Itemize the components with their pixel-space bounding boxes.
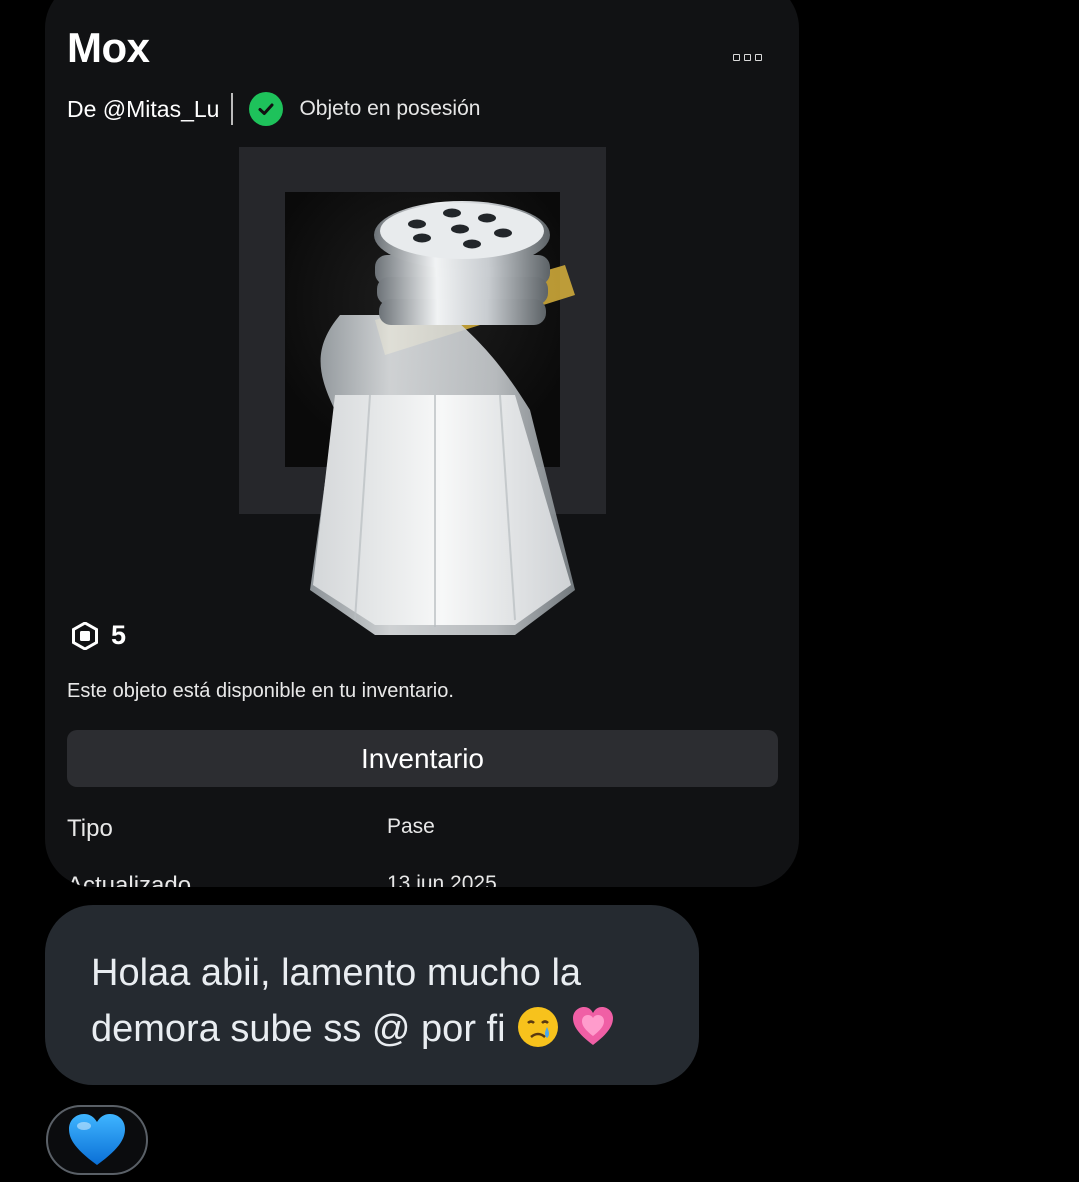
salt-shaker-image (310, 201, 575, 635)
owned-status: Objeto en posesión (299, 97, 481, 120)
checkmark-icon (249, 92, 284, 126)
blue-heart-icon (69, 1114, 125, 1165)
message-line-2: demora sube ss @ por fi (91, 1001, 659, 1057)
item-title: Mox (67, 24, 150, 71)
more-options-icon[interactable] (733, 54, 762, 61)
detail-label-updated: Actualizado (67, 872, 192, 887)
inventory-button[interactable]: Inventario (67, 730, 778, 787)
creator-name[interactable]: De @Mitas_Lu (67, 96, 219, 123)
detail-label-type: Tipo (67, 815, 113, 842)
growing-heart-icon (572, 1007, 613, 1045)
robux-icon (72, 621, 98, 650)
message-line-1: Holaa abii, lamento mucho la (91, 952, 582, 994)
price-display: 5 (71, 620, 126, 651)
detail-value-type: Pase (387, 815, 435, 838)
detail-value-updated: 13 jun 2025 (387, 872, 497, 887)
availability-text: Este objeto está disponible en tu invent… (67, 680, 454, 702)
item-byline: De @Mitas_Lu Objeto en posesión (67, 92, 480, 126)
crying-face-icon (518, 1007, 559, 1047)
price-value: 5 (111, 620, 127, 650)
message-reaction[interactable] (46, 1105, 148, 1175)
message-line-2-text: demora sube ss @ por fi (91, 1008, 506, 1050)
shared-screenshot-card[interactable]: Mox De @Mitas_Lu Objeto en posesión 5 Es… (45, 0, 799, 887)
chat-message-bubble[interactable]: Holaa abii, lamento mucho la demora sube… (45, 905, 699, 1085)
byline-divider (231, 93, 234, 125)
